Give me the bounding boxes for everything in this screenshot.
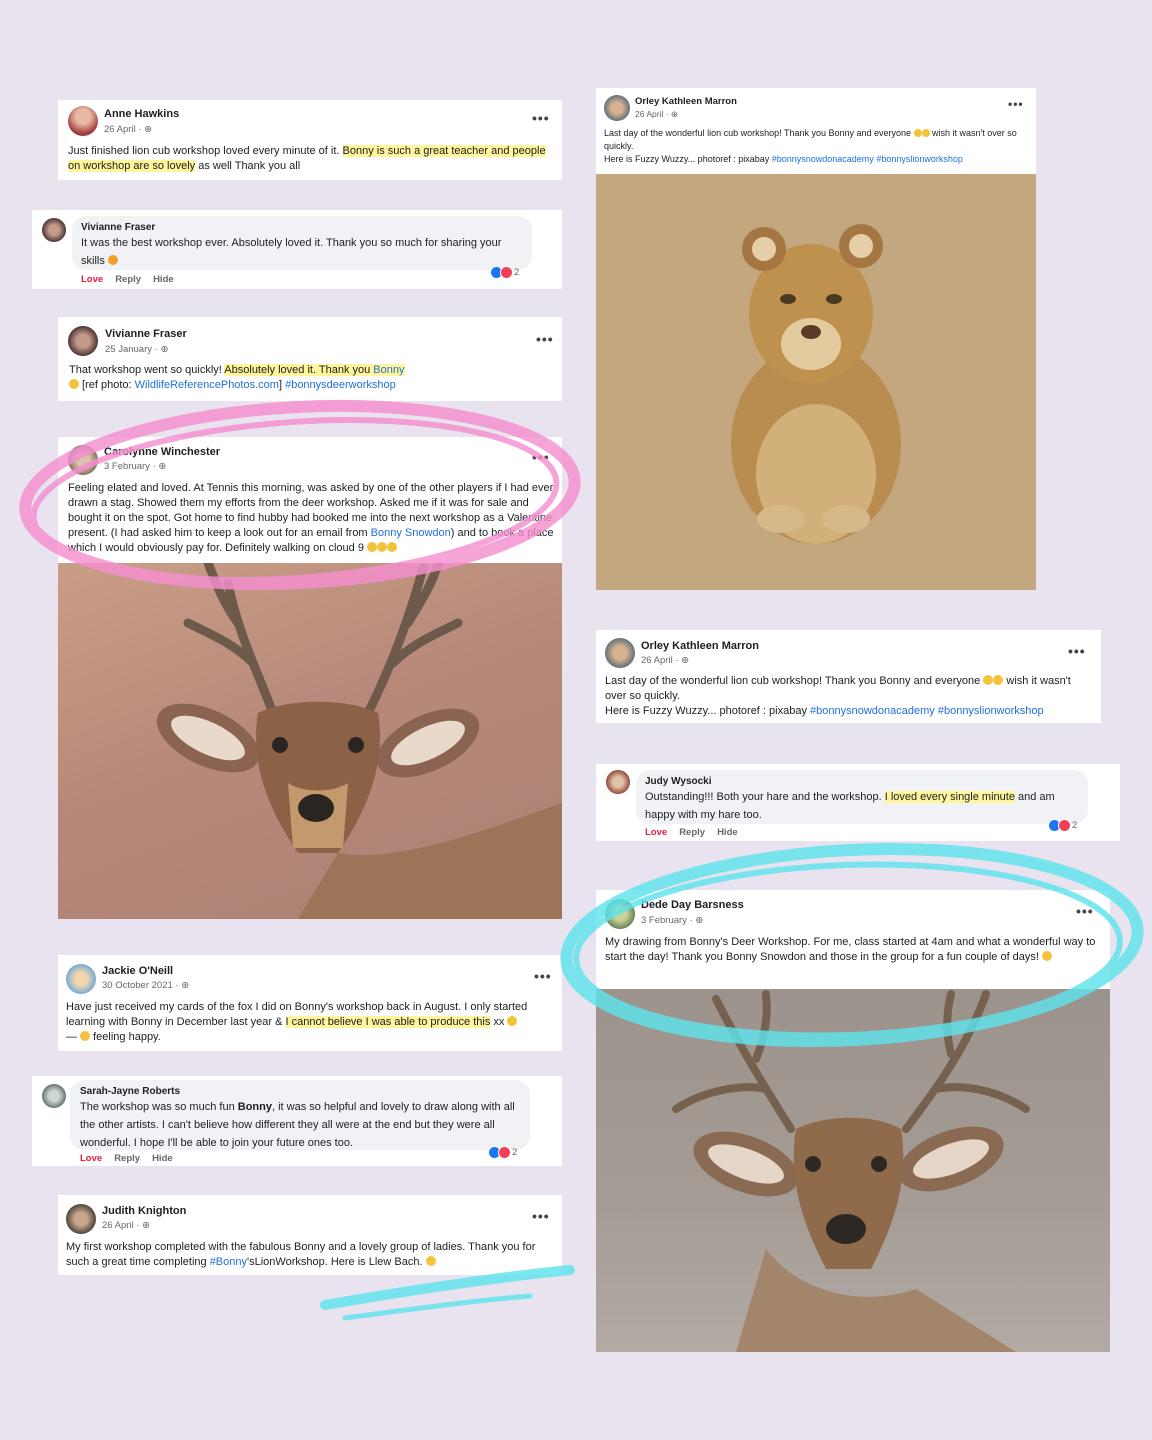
cyan-marker-underline [320, 1265, 575, 1310]
marker-annotations [19, 399, 1144, 1321]
cyan-marker-circle [560, 842, 1144, 1048]
pink-marker-circle-inner [30, 417, 560, 583]
